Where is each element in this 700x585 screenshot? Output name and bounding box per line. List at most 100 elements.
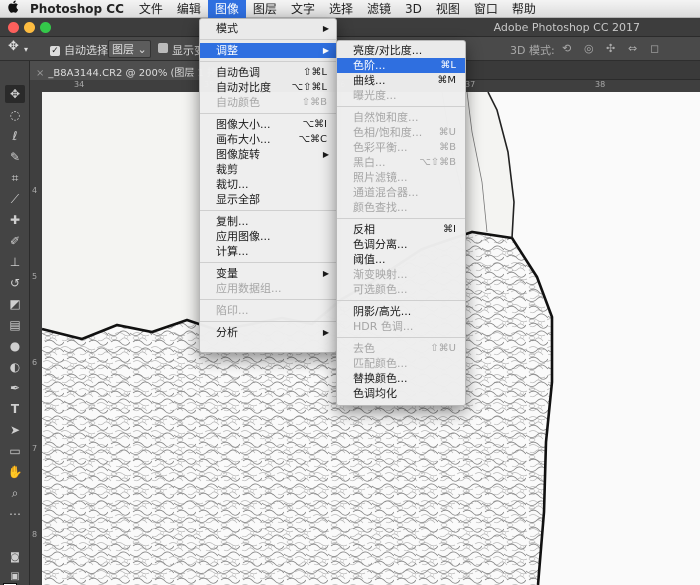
- shortcut: ⌘I: [443, 224, 456, 235]
- eraser-tool-icon[interactable]: ◩: [5, 295, 25, 313]
- menu-item-label: 图像大小...: [216, 118, 271, 131]
- 3d-scale-icon[interactable]: ◻: [650, 42, 659, 55]
- menu-item-hdr-toning: HDR 色调...: [337, 319, 465, 334]
- ruler-tick-label: 34: [74, 80, 85, 89]
- crop-tool-icon[interactable]: ⌗: [5, 169, 25, 187]
- menu-image[interactable]: 图像: [207, 0, 246, 18]
- checkmark-icon: ✓: [50, 46, 60, 56]
- menu-item-replace-color[interactable]: 替换颜色...: [337, 371, 465, 386]
- hand-tool-icon[interactable]: ✋: [5, 463, 25, 481]
- zoom-tool-icon[interactable]: ⌕: [5, 484, 25, 502]
- menu-item-curves[interactable]: 曲线... ⌘M: [337, 73, 465, 88]
- menu-item-label: 色阶...: [353, 59, 386, 72]
- minimize-window-button[interactable]: [24, 22, 35, 33]
- menu-item-label: 计算...: [216, 245, 249, 258]
- quick-select-tool-icon[interactable]: ✎: [5, 148, 25, 166]
- maximize-window-button[interactable]: [40, 22, 51, 33]
- menu-item-label: HDR 色调...: [353, 320, 414, 333]
- menu-layer[interactable]: 图层: [246, 0, 284, 18]
- pen-tool-icon[interactable]: ✒: [5, 379, 25, 397]
- menu-edit[interactable]: 编辑: [170, 0, 208, 18]
- menu-item-image-size[interactable]: 图像大小... ⌥⌘I: [200, 117, 336, 132]
- move-tool-icon[interactable]: ✥: [8, 39, 19, 54]
- menu-item-label: 色彩平衡...: [353, 141, 408, 154]
- menu-item-color-lookup: 颜色查找...: [337, 200, 465, 215]
- menu-item-calculations[interactable]: 计算...: [200, 244, 336, 259]
- auto-select-target-dropdown[interactable]: 图层 ⌄: [108, 40, 151, 58]
- auto-select-checkbox[interactable]: ✓: [50, 42, 60, 56]
- brush-tool-icon[interactable]: ✐: [5, 232, 25, 250]
- menu-item-invert[interactable]: 反相 ⌘I: [337, 222, 465, 237]
- ruler-tick-label: 4: [32, 186, 38, 195]
- healing-brush-tool-icon[interactable]: ✚: [5, 211, 25, 229]
- menu-separator: [200, 262, 336, 263]
- history-brush-tool-icon[interactable]: ↺: [5, 274, 25, 292]
- tool-preset-chevron-icon[interactable]: ▾: [24, 45, 28, 54]
- menu-item-label: 反相: [353, 223, 375, 236]
- menu-help[interactable]: 帮助: [505, 0, 543, 18]
- 3d-roll-icon[interactable]: ◎: [584, 42, 594, 55]
- shortcut: ⇧⌘U: [430, 343, 456, 354]
- menu-item-variables[interactable]: 变量 ▶: [200, 266, 336, 281]
- auto-select-label: 自动选择:: [64, 44, 112, 57]
- clone-stamp-tool-icon[interactable]: ⊥: [5, 253, 25, 271]
- menu-item-trap: 陷印...: [200, 303, 336, 318]
- blur-tool-icon[interactable]: ●: [5, 337, 25, 355]
- menu-item-equalize[interactable]: 色调均化: [337, 386, 465, 401]
- menu-item-auto-contrast[interactable]: 自动对比度 ⌥⇧⌘L: [200, 80, 336, 95]
- ruler-tick-label: 8: [32, 530, 38, 539]
- menu-file[interactable]: 文件: [132, 0, 170, 18]
- screen-mode-icon[interactable]: ▣: [5, 568, 25, 585]
- rectangle-tool-icon[interactable]: ▭: [5, 442, 25, 460]
- menu-item-posterize[interactable]: 色调分离...: [337, 237, 465, 252]
- eyedropper-tool-icon[interactable]: ⟋: [5, 190, 25, 208]
- menu-window[interactable]: 窗口: [467, 0, 505, 18]
- menu-item-label: 图像旋转: [216, 148, 260, 161]
- menu-item-apply-image[interactable]: 应用图像...: [200, 229, 336, 244]
- menu-item-hue-saturation: 色相/饱和度... ⌘U: [337, 125, 465, 140]
- menu-item-auto-color: 自动颜色 ⇧⌘B: [200, 95, 336, 110]
- close-window-button[interactable]: [8, 22, 19, 33]
- menu-item-adjustments[interactable]: 调整 ▶: [200, 43, 336, 58]
- apple-icon[interactable]: [0, 0, 26, 17]
- 3d-pan-icon[interactable]: ✣: [606, 42, 615, 55]
- 3d-slide-icon[interactable]: ⇔: [628, 42, 637, 55]
- tools-panel: ✥ ◌ ℓ ✎ ⌗ ⟋ ✚ ✐ ⊥ ↺ ◩ ▤ ● ◐ ✒ T ➤ ▭ ✋ ⌕ …: [0, 61, 30, 585]
- menu-item-canvas-size[interactable]: 画布大小... ⌥⌘C: [200, 132, 336, 147]
- menu-item-crop[interactable]: 裁剪: [200, 162, 336, 177]
- menu-item-shadows-highlights[interactable]: 阴影/高光...: [337, 304, 465, 319]
- menu-item-duplicate[interactable]: 复制...: [200, 214, 336, 229]
- menu-item-levels[interactable]: 色阶... ⌘L: [337, 58, 465, 73]
- menu-item-reveal-all[interactable]: 显示全部: [200, 192, 336, 207]
- menu-item-threshold[interactable]: 阈值...: [337, 252, 465, 267]
- menu-item-image-rotation[interactable]: 图像旋转 ▶: [200, 147, 336, 162]
- menu-3d[interactable]: 3D: [398, 0, 429, 18]
- dodge-tool-icon[interactable]: ◐: [5, 358, 25, 376]
- show-transform-checkbox[interactable]: [158, 42, 168, 55]
- move-tool-icon[interactable]: ✥: [5, 85, 25, 103]
- app-name[interactable]: Photoshop CC: [26, 2, 132, 16]
- menu-type[interactable]: 文字: [284, 0, 322, 18]
- quick-mask-icon[interactable]: ◙: [5, 549, 25, 567]
- gradient-tool-icon[interactable]: ▤: [5, 316, 25, 334]
- menu-item-brightness-contrast[interactable]: 亮度/对比度...: [337, 43, 465, 58]
- marquee-tool-icon[interactable]: ◌: [5, 106, 25, 124]
- menu-item-analysis[interactable]: 分析 ▶: [200, 325, 336, 340]
- submenu-arrow-icon: ▶: [322, 46, 329, 55]
- menu-item-label: 可选颜色...: [353, 283, 408, 296]
- menu-item-label: 陷印...: [216, 304, 249, 317]
- menu-separator: [200, 61, 336, 62]
- menu-item-auto-tone[interactable]: 自动色调 ⇧⌘L: [200, 65, 336, 80]
- lasso-tool-icon[interactable]: ℓ: [5, 127, 25, 145]
- path-selection-tool-icon[interactable]: ➤: [5, 421, 25, 439]
- menu-item-trim[interactable]: 裁切...: [200, 177, 336, 192]
- more-tools-icon[interactable]: ⋯: [5, 505, 25, 523]
- menu-select[interactable]: 选择: [322, 0, 360, 18]
- type-tool-icon[interactable]: T: [5, 400, 25, 418]
- 3d-orbit-icon[interactable]: ⟲: [562, 42, 571, 55]
- menu-view[interactable]: 视图: [429, 0, 467, 18]
- menu-item-label: 匹配颜色...: [353, 357, 408, 370]
- close-tab-icon[interactable]: ×: [36, 68, 44, 79]
- menu-item-mode[interactable]: 模式 ▶: [200, 21, 336, 36]
- menu-filter[interactable]: 滤镜: [360, 0, 398, 18]
